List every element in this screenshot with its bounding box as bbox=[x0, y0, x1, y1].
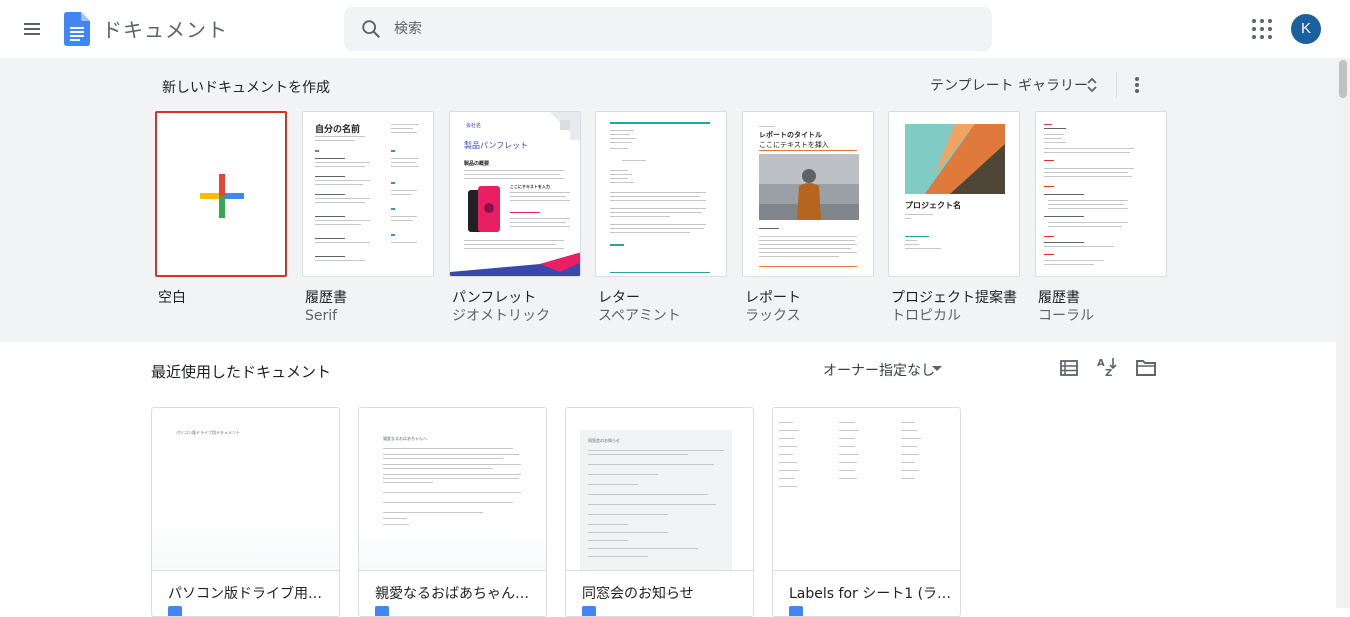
search-input[interactable] bbox=[394, 17, 954, 41]
owner-filter-dropdown[interactable]: オーナー指定なし bbox=[823, 360, 935, 380]
template-style: ジオメトリック bbox=[452, 308, 550, 324]
doc-thumbnail[interactable]: 親愛なるおばあちゃんへ bbox=[359, 408, 546, 571]
doc-title[interactable]: 親愛なるおばあちゃんへ、 bbox=[375, 583, 540, 603]
doc-title[interactable]: パソコン版ドライブ用ドキ… bbox=[168, 583, 333, 603]
template-name: 履歴書 bbox=[1038, 290, 1080, 306]
brochure-decoration-image bbox=[450, 112, 580, 276]
template-name: 履歴書 bbox=[305, 290, 347, 306]
template-style: コーラル bbox=[1038, 308, 1094, 324]
recent-doc-card[interactable]: パソコン版ドライブ用ドキュメント パソコン版ドライブ用ドキ… bbox=[151, 407, 340, 617]
template-name: レポート bbox=[745, 290, 801, 306]
template-thumbnail[interactable]: 会社名 製品パンフレット 製品の概要 ここにテキストを入力 bbox=[449, 111, 581, 277]
doc-preview-text: 親愛なるおばあちゃんへ bbox=[383, 436, 427, 441]
doc-thumbnail[interactable]: 同窓会のお知らせ bbox=[566, 408, 753, 571]
app-title[interactable]: ドキュメント bbox=[102, 14, 228, 43]
folder-icon[interactable] bbox=[1135, 358, 1157, 378]
sort-az-icon[interactable]: A Z bbox=[1096, 356, 1118, 378]
svg-text:A: A bbox=[1097, 358, 1105, 369]
main-menu-button[interactable] bbox=[18, 15, 46, 43]
template-style: スペアミント bbox=[598, 308, 681, 324]
proposal-art-image bbox=[905, 124, 1005, 194]
recent-doc-card[interactable]: 同窓会のお知らせ 同窓会のお知らせ bbox=[565, 407, 754, 617]
proposal-preview-title: プロジェクト名 bbox=[905, 201, 961, 210]
section-title-recent: 最近使用したドキュメント bbox=[151, 363, 332, 381]
template-letter-spearmint[interactable]: レター スペアミント bbox=[595, 111, 727, 325]
template-thumbnail[interactable] bbox=[595, 111, 727, 277]
resume-preview-name: 自分の名前 bbox=[315, 125, 361, 135]
search-bar[interactable] bbox=[344, 7, 992, 51]
brochure-preview-title: 製品パンフレット bbox=[464, 141, 529, 150]
svg-text:Z: Z bbox=[1105, 368, 1112, 378]
template-name: 空白 bbox=[158, 290, 186, 306]
brochure-preview-company: 会社名 bbox=[466, 123, 482, 129]
template-brochure-geometric[interactable]: 会社名 製品パンフレット 製品の概要 ここにテキストを入力 パンフレット ジオメ… bbox=[449, 111, 581, 325]
doc-preview-text: 同窓会のお知らせ bbox=[588, 438, 620, 443]
recent-doc-card[interactable]: 親愛なるおばあちゃんへ 親愛なるおばあちゃんへ、 bbox=[358, 407, 547, 617]
section-title-new-doc: 新しいドキュメントを作成 bbox=[162, 80, 330, 96]
template-resume-coral[interactable]: 履歴書 コーラル bbox=[1035, 111, 1167, 325]
template-thumbnail[interactable] bbox=[1035, 111, 1167, 277]
more-options-icon[interactable] bbox=[1128, 74, 1146, 96]
template-section: 新しいドキュメントを作成 テンプレート ギャラリー 空白 自分の名前 履歴書 S… bbox=[0, 58, 1336, 342]
brochure-preview-heading: 製品の概要 bbox=[464, 161, 490, 167]
report-photo-image bbox=[759, 154, 859, 220]
dropdown-arrow-icon[interactable] bbox=[932, 366, 942, 372]
google-apps-icon[interactable] bbox=[1250, 17, 1274, 41]
template-name: パンフレット bbox=[452, 290, 537, 306]
top-bar: ドキュメント K bbox=[0, 0, 1350, 58]
expand-collapse-icon[interactable] bbox=[1085, 74, 1099, 96]
doc-title[interactable]: 同窓会のお知らせ bbox=[582, 583, 747, 603]
search-icon[interactable] bbox=[360, 18, 382, 40]
template-thumbnail[interactable]: プロジェクト名 bbox=[888, 111, 1020, 277]
template-thumbnail[interactable]: レポートのタイトル ここにテキストを挿入 bbox=[742, 111, 874, 277]
template-thumbnail[interactable] bbox=[155, 111, 287, 277]
template-proposal-tropical[interactable]: プロジェクト名 プロジェクト提案書 トロピカル bbox=[888, 111, 1020, 325]
plus-icon bbox=[200, 174, 244, 218]
account-avatar[interactable]: K bbox=[1291, 14, 1321, 44]
scrollbar-thumb[interactable] bbox=[1339, 60, 1347, 98]
template-resume-serif[interactable]: 自分の名前 履歴書 Serif bbox=[302, 111, 434, 325]
template-report-luxe[interactable]: レポートのタイトル ここにテキストを挿入 レポート ラックス bbox=[742, 111, 874, 325]
template-thumbnail[interactable]: 自分の名前 bbox=[302, 111, 434, 277]
template-gallery-button[interactable]: テンプレート ギャラリー bbox=[930, 75, 1088, 95]
list-view-icon[interactable] bbox=[1059, 358, 1079, 378]
template-name: プロジェクト提案書 bbox=[891, 290, 1017, 306]
template-name: レター bbox=[598, 290, 640, 306]
template-blank[interactable]: 空白 bbox=[155, 111, 287, 307]
template-style: ラックス bbox=[745, 308, 801, 324]
doc-preview-text: パソコン版ドライブ用ドキュメント bbox=[176, 430, 240, 435]
doc-thumbnail[interactable]: パソコン版ドライブ用ドキュメント bbox=[152, 408, 339, 571]
template-style: Serif bbox=[305, 308, 338, 324]
report-preview-subtitle: ここにテキストを挿入 bbox=[759, 141, 829, 149]
hamburger-icon bbox=[24, 23, 40, 25]
template-style: トロピカル bbox=[891, 308, 961, 324]
brochure-preview-caption: ここにテキストを入力 bbox=[510, 184, 550, 189]
recent-doc-card[interactable]: Labels for シート1 (ラベル… bbox=[772, 407, 961, 617]
docs-logo-icon[interactable] bbox=[64, 12, 90, 46]
report-preview-title: レポートのタイトル bbox=[759, 131, 822, 139]
divider bbox=[1116, 72, 1117, 98]
doc-thumbnail[interactable] bbox=[773, 408, 960, 571]
page-scrollbar[interactable] bbox=[1336, 58, 1350, 608]
doc-title[interactable]: Labels for シート1 (ラベル… bbox=[789, 583, 954, 603]
